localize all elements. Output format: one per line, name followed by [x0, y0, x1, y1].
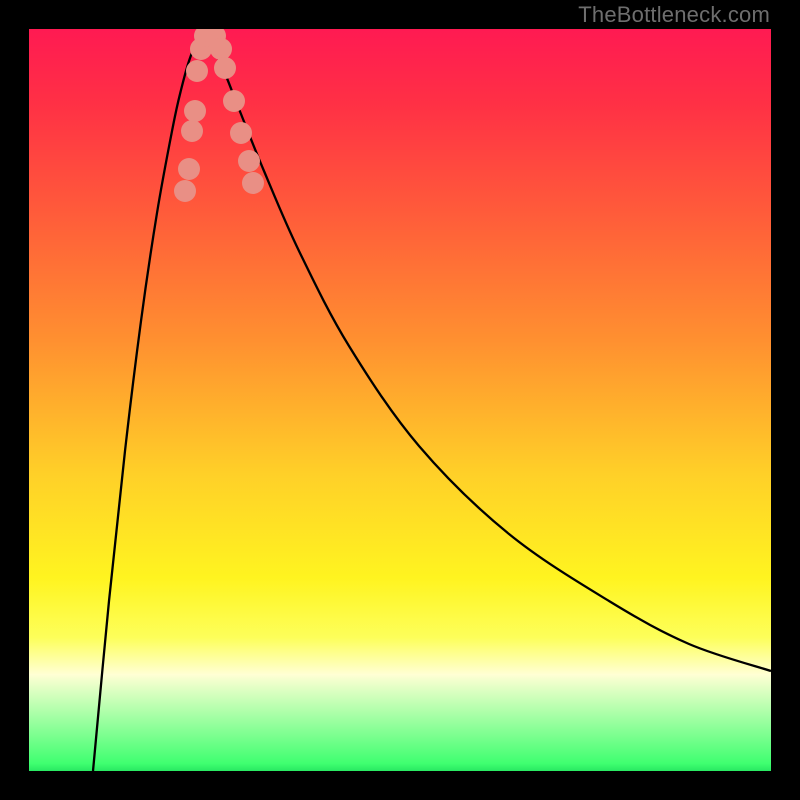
data-marker [181, 120, 203, 142]
data-marker [184, 100, 206, 122]
plot-area [29, 29, 771, 771]
chart-canvas [29, 29, 771, 771]
data-marker [230, 122, 252, 144]
data-marker [242, 172, 264, 194]
data-marker [174, 180, 196, 202]
chart-container: TheBottleneck.com [0, 0, 800, 800]
data-marker [186, 60, 208, 82]
data-marker [238, 150, 260, 172]
data-markers [174, 29, 264, 202]
data-marker [223, 90, 245, 112]
data-marker [214, 57, 236, 79]
data-marker [178, 158, 200, 180]
data-marker [210, 38, 232, 60]
curve-left-branch [93, 31, 203, 771]
watermark-text: TheBottleneck.com [578, 2, 770, 28]
curve-right-branch [203, 31, 771, 671]
